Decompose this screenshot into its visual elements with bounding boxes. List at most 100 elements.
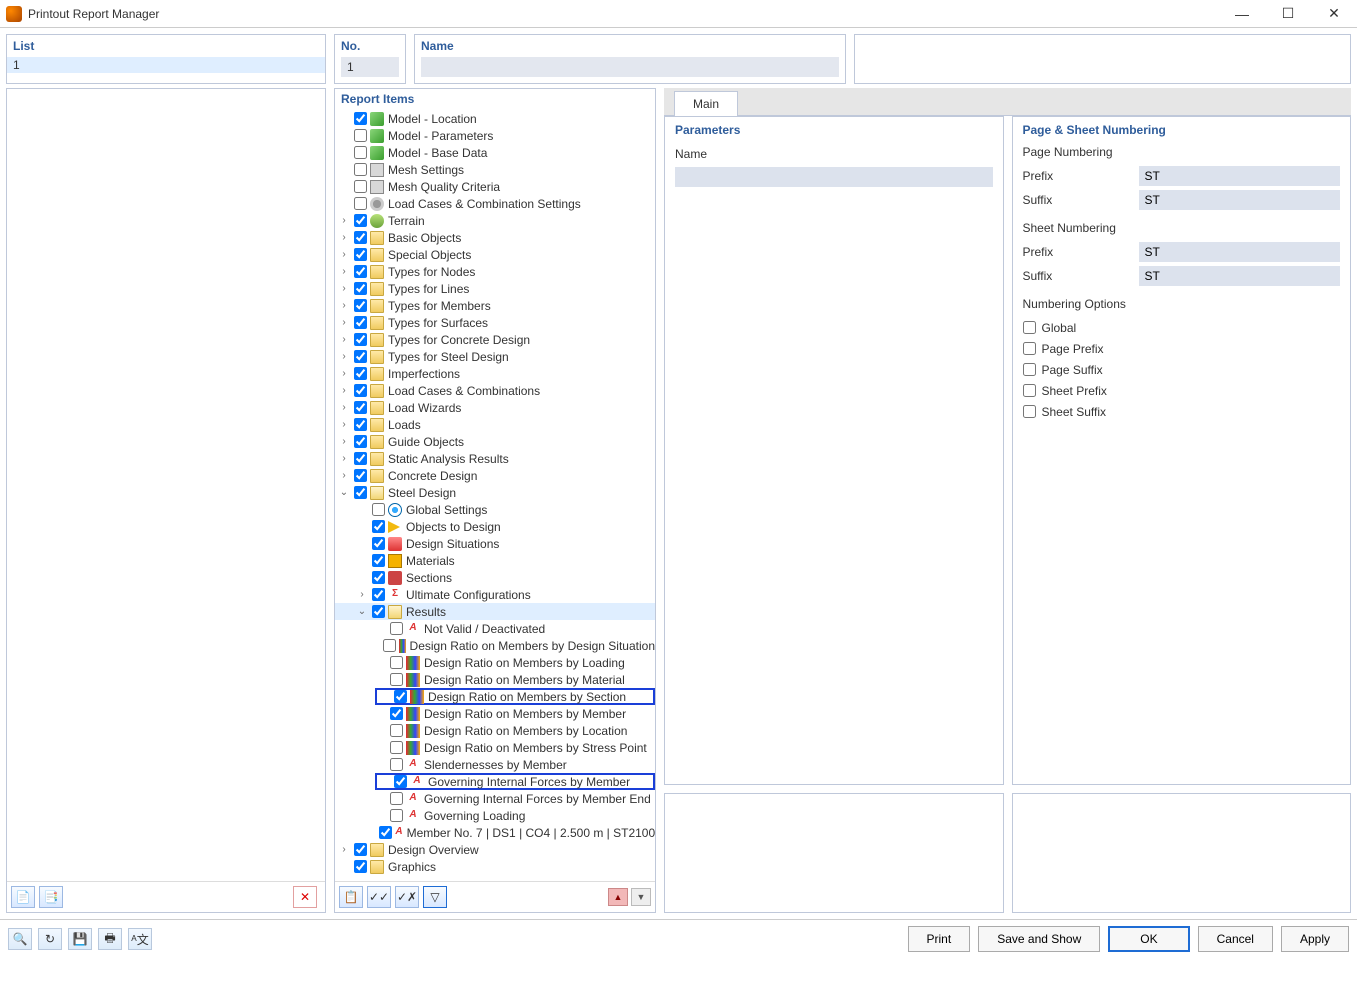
tree-item[interactable]: ·Design Ratio on Members by Loading [335, 654, 655, 671]
chevron-down-icon[interactable]: ⌄ [355, 606, 369, 617]
tree-checkbox[interactable] [390, 622, 403, 635]
sheet-suffix-input[interactable] [1139, 266, 1341, 286]
help-icon[interactable]: 🔍 [8, 928, 32, 950]
tree-checkbox[interactable] [354, 486, 367, 499]
chevron-right-icon[interactable]: › [337, 317, 351, 328]
chevron-right-icon[interactable]: › [337, 844, 351, 855]
tree-item[interactable]: ›Types for Members [335, 297, 655, 314]
tree-checkbox[interactable] [354, 452, 367, 465]
name-input[interactable] [421, 57, 839, 77]
tree-checkbox[interactable] [372, 571, 385, 584]
tree-item[interactable]: ·Design Ratio on Members by Stress Point [335, 739, 655, 756]
chevron-down-icon[interactable]: ⌄ [337, 487, 351, 498]
tree-item[interactable]: ›Types for Concrete Design [335, 331, 655, 348]
tree-item[interactable]: ›Basic Objects [335, 229, 655, 246]
tree-item[interactable]: ›Concrete Design [335, 467, 655, 484]
chevron-right-icon[interactable]: › [337, 385, 351, 396]
tree-item[interactable]: ›Static Analysis Results [335, 450, 655, 467]
save-icon[interactable]: 💾 [68, 928, 92, 950]
tree-checkbox[interactable] [354, 248, 367, 261]
option-checkbox[interactable] [1023, 321, 1036, 334]
tree-item[interactable]: ›Design Overview [335, 841, 655, 858]
numbering-option[interactable]: Sheet Prefix [1023, 380, 1341, 401]
option-checkbox[interactable] [1023, 384, 1036, 397]
language-icon[interactable]: ᴬ文 [128, 928, 152, 950]
tree-checkbox[interactable] [394, 775, 407, 788]
minimize-button[interactable]: — [1219, 0, 1265, 28]
tree-item[interactable]: ·Design Ratio on Members by Section [375, 688, 655, 705]
tree-checkbox[interactable] [354, 469, 367, 482]
move-up-button[interactable]: ▲ [608, 888, 628, 906]
tree-item[interactable]: ·AMember No. 7 | DS1 | CO4 | 2.500 m | S… [335, 824, 655, 841]
tree-item[interactable]: ·AGoverning Loading [335, 807, 655, 824]
chevron-right-icon[interactable]: › [355, 589, 369, 600]
tree-checkbox[interactable] [354, 282, 367, 295]
tree-item[interactable]: ›Types for Lines [335, 280, 655, 297]
tree-checkbox[interactable] [354, 435, 367, 448]
no-input[interactable] [341, 57, 399, 77]
ok-button[interactable]: OK [1108, 926, 1189, 952]
chevron-right-icon[interactable]: › [337, 470, 351, 481]
tree-checkbox[interactable] [390, 758, 403, 771]
move-down-button[interactable]: ▼ [631, 888, 651, 906]
cancel-button[interactable]: Cancel [1198, 926, 1273, 952]
chevron-right-icon[interactable]: › [337, 368, 351, 379]
copy-item-button[interactable]: 📋 [339, 886, 363, 908]
tree-checkbox[interactable] [379, 826, 392, 839]
delete-button[interactable]: ✕ [293, 886, 317, 908]
tree-checkbox[interactable] [354, 180, 367, 193]
tree-item[interactable]: ⌄Results [335, 603, 655, 620]
refresh-icon[interactable]: ↻ [38, 928, 62, 950]
tree-item[interactable]: ·AGoverning Internal Forces by Member [375, 773, 655, 790]
save-and-show-button[interactable]: Save and Show [978, 926, 1100, 952]
page-suffix-input[interactable] [1139, 190, 1341, 210]
numbering-option[interactable]: Page Suffix [1023, 359, 1341, 380]
tree-item[interactable]: ⌄Steel Design [335, 484, 655, 501]
tree-item[interactable]: ·Design Ratio on Members by Location [335, 722, 655, 739]
tree-item[interactable]: ·Global Settings [335, 501, 655, 518]
chevron-right-icon[interactable]: › [337, 436, 351, 447]
chevron-right-icon[interactable]: › [337, 283, 351, 294]
tree-item[interactable]: ·Mesh Settings [335, 161, 655, 178]
tree-checkbox[interactable] [354, 112, 367, 125]
tree-item[interactable]: ·ASlendernesses by Member [335, 756, 655, 773]
tree-item[interactable]: ›Types for Nodes [335, 263, 655, 280]
tree-checkbox[interactable] [354, 418, 367, 431]
tree-item[interactable]: ·AGoverning Internal Forces by Member En… [335, 790, 655, 807]
tree-checkbox[interactable] [354, 401, 367, 414]
tree-checkbox[interactable] [354, 197, 367, 210]
option-checkbox[interactable] [1023, 342, 1036, 355]
copy-button[interactable]: 📑 [39, 886, 63, 908]
filter-button[interactable]: ▽ [423, 886, 447, 908]
chevron-right-icon[interactable]: › [337, 453, 351, 464]
tree-checkbox[interactable] [354, 367, 367, 380]
tree-checkbox[interactable] [354, 146, 367, 159]
tree-item[interactable]: ·Design Ratio on Members by Member [335, 705, 655, 722]
tree-item[interactable]: ·Materials [335, 552, 655, 569]
tree-item[interactable]: ·Design Ratio on Members by Design Situa… [335, 637, 655, 654]
tree-checkbox[interactable] [354, 231, 367, 244]
tree-item[interactable]: ·Objects to Design [335, 518, 655, 535]
tree-checkbox[interactable] [390, 809, 403, 822]
check-all-button[interactable]: ✓✓ [367, 886, 391, 908]
tree-item[interactable]: ›Types for Steel Design [335, 348, 655, 365]
tree-item[interactable]: ›Imperfections [335, 365, 655, 382]
tree-item[interactable]: ·Model - Base Data [335, 144, 655, 161]
list-item[interactable]: 1 [7, 57, 325, 73]
tree-item[interactable]: ›Load Cases & Combinations [335, 382, 655, 399]
chevron-right-icon[interactable]: › [337, 249, 351, 260]
option-checkbox[interactable] [1023, 363, 1036, 376]
print-icon[interactable]: 🖶 [98, 928, 122, 950]
tree-checkbox[interactable] [383, 639, 396, 652]
tree-checkbox[interactable] [372, 503, 385, 516]
tree-checkbox[interactable] [394, 690, 407, 703]
tree-checkbox[interactable] [372, 520, 385, 533]
chevron-right-icon[interactable]: › [337, 334, 351, 345]
tree-item[interactable]: ›ΣUltimate Configurations [335, 586, 655, 603]
tree-item[interactable]: ·Sections [335, 569, 655, 586]
tree-item[interactable]: ›Loads [335, 416, 655, 433]
numbering-option[interactable]: Page Prefix [1023, 338, 1341, 359]
numbering-option[interactable]: Sheet Suffix [1023, 401, 1341, 422]
maximize-button[interactable]: ☐ [1265, 0, 1311, 28]
tree-item[interactable]: ·Mesh Quality Criteria [335, 178, 655, 195]
